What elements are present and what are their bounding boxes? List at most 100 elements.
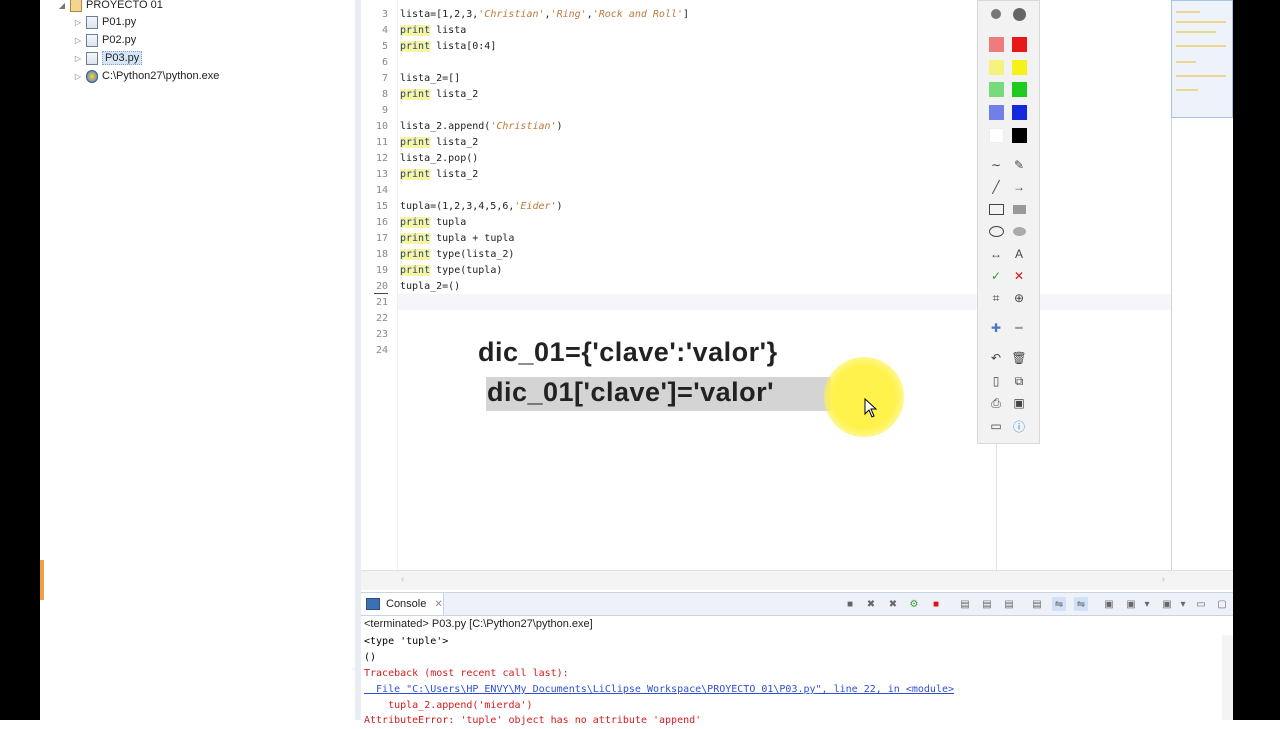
white-swatch[interactable]: [989, 128, 1004, 143]
console-icon: [366, 598, 380, 610]
green-light-swatch[interactable]: [989, 82, 1004, 97]
scroll-left-icon[interactable]: ‹: [401, 574, 404, 585]
traceback-code-line: tupla_2.append('mierda'): [364, 700, 533, 711]
line-number: 5: [381, 41, 388, 52]
line-number: 16: [375, 217, 388, 228]
plus-icon[interactable]: ✚: [987, 319, 1005, 337]
code-line-7: lista_2=[]: [400, 73, 461, 84]
tree-item-python-exe[interactable]: ▷ C:\Python27\python.exe: [72, 67, 219, 85]
code-line-17: print tupla + tupla: [400, 233, 515, 244]
save-icon[interactable]: ▣: [1010, 394, 1028, 412]
project-explorer: ◢ PROYECTO 01 ▷ P01.py ▷ P02.py ▷ P03.py…: [40, 0, 356, 720]
show-stdout-icon[interactable]: ▤: [1030, 597, 1044, 611]
maximize-icon[interactable]: ▢: [1215, 597, 1229, 611]
dot-large-icon[interactable]: [1010, 5, 1028, 23]
expand-arrow-icon[interactable]: ▷: [72, 18, 84, 27]
info-icon[interactable]: ⓘ: [1010, 417, 1028, 435]
expand-arrow-icon[interactable]: ▷: [72, 36, 84, 45]
view-menu-icon[interactable]: ▾: [1176, 597, 1190, 611]
code-line-15: tupla=(1,2,3,4,5,6,'Eider'): [400, 201, 563, 212]
screen-icon[interactable]: ▭: [987, 417, 1005, 435]
scroll-lock-icon[interactable]: ▤: [980, 597, 994, 611]
tree-item-p02[interactable]: ▷ P02.py: [72, 31, 136, 49]
line-icon[interactable]: ╱: [987, 178, 1005, 196]
zoom-icon[interactable]: ⊕: [1010, 289, 1028, 307]
trash-icon[interactable]: 🗑: [1010, 349, 1028, 367]
line-number: 6: [381, 57, 388, 68]
collapse-arrow-icon[interactable]: ◢: [56, 1, 68, 10]
line-number: 10: [375, 121, 388, 132]
blue-light-swatch[interactable]: [989, 105, 1004, 120]
code-line-18: print type(lista_2): [400, 249, 515, 260]
remove-launch-icon[interactable]: ✖: [864, 597, 878, 611]
stop-icon[interactable]: ■: [929, 597, 943, 611]
console-output-line: <type 'tuple'>: [364, 636, 449, 647]
red-light-swatch[interactable]: [989, 37, 1004, 52]
rectangle-icon[interactable]: [987, 200, 1005, 218]
expand-arrow-icon[interactable]: ▷: [72, 72, 84, 81]
arrow-icon[interactable]: →: [1010, 178, 1028, 196]
minus-icon[interactable]: ━: [1010, 319, 1028, 337]
pen-icon[interactable]: ✎: [1010, 156, 1028, 174]
tree-item-p01[interactable]: ▷ P01.py: [72, 13, 136, 31]
new-console-icon[interactable]: ▣: [1160, 597, 1174, 611]
relaunch-icon[interactable]: ⚙: [907, 597, 921, 611]
line-number: 11: [375, 137, 388, 148]
gutter-divider: [397, 0, 398, 570]
undo-icon[interactable]: ↶: [987, 349, 1005, 367]
filled-ellipse-icon[interactable]: [1010, 222, 1028, 240]
python-file-icon: [86, 15, 98, 29]
editor-horizontal-scrollbar[interactable]: ‹ ›: [361, 570, 1233, 590]
text-tool-icon[interactable]: A: [1010, 245, 1028, 263]
orange-marker: [40, 560, 44, 600]
pin-console-icon[interactable]: ⇋: [1052, 597, 1066, 611]
word-wrap-icon[interactable]: ▤: [1002, 597, 1016, 611]
remove-all-icon[interactable]: ✖: [886, 597, 900, 611]
dot-small-icon[interactable]: [987, 5, 1005, 23]
ellipse-icon[interactable]: [987, 222, 1005, 240]
green-swatch[interactable]: [1012, 82, 1027, 97]
cross-icon[interactable]: ✕: [1010, 267, 1028, 285]
terminate-icon[interactable]: ■: [843, 597, 857, 611]
scroll-right-icon[interactable]: ›: [1162, 574, 1165, 585]
overlay-code-line-1: dic_01={'clave':'valor'}: [478, 337, 778, 367]
line-number: 3: [381, 9, 388, 20]
yellow-light-swatch[interactable]: [989, 60, 1004, 75]
minimap-line: [1176, 89, 1198, 91]
copy-icon[interactable]: ⧉: [1010, 372, 1028, 390]
chevron-down-icon[interactable]: ▾: [1140, 597, 1154, 611]
clear-console-icon[interactable]: ▤: [958, 597, 972, 611]
black-swatch[interactable]: [1012, 128, 1027, 143]
overview-minimap[interactable]: [1171, 0, 1233, 118]
line-number: 19: [375, 265, 388, 276]
tab-console[interactable]: Console ✕: [361, 593, 444, 615]
tree-item-label: P03.py: [102, 51, 143, 65]
expand-arrow-icon[interactable]: ▷: [72, 54, 84, 63]
tree-item-p03[interactable]: ▷ P03.py: [72, 49, 143, 67]
code-line-20: tupla_2=(): [400, 281, 461, 292]
yellow-swatch[interactable]: [1012, 60, 1027, 75]
red-swatch[interactable]: [1012, 37, 1027, 52]
blue-swatch[interactable]: [1012, 105, 1027, 120]
open-console-icon[interactable]: ▣: [1102, 597, 1116, 611]
freehand-icon[interactable]: ∼: [987, 156, 1005, 174]
new-page-icon[interactable]: ▯: [987, 372, 1005, 390]
minimize-icon[interactable]: ▭: [1194, 597, 1208, 611]
show-stderr-icon[interactable]: ⇋: [1074, 597, 1088, 611]
line-number: 8: [381, 89, 388, 100]
line-number: 17: [375, 233, 388, 244]
close-icon[interactable]: ✕: [434, 599, 442, 610]
overlay-code-line-2: dic_01['clave']='valor': [487, 377, 775, 407]
print-icon[interactable]: ⎙: [987, 394, 1005, 412]
code-line-3: lista=[1,2,3,'Christian','Ring','Rock an…: [400, 9, 690, 20]
console-vertical-scrollbar[interactable]: [1222, 635, 1233, 720]
crop-icon[interactable]: ⌗: [987, 289, 1005, 307]
traceback-file-link[interactable]: File "C:\Users\HP ENVY\My Documents\LiCl…: [364, 682, 954, 698]
check-icon[interactable]: ✓: [987, 267, 1005, 285]
double-arrow-icon[interactable]: ↔: [987, 245, 1005, 263]
tree-item-project[interactable]: ◢ PROYECTO 01: [56, 0, 163, 14]
filled-rectangle-icon[interactable]: [1010, 200, 1028, 218]
line-number: 7: [381, 73, 388, 84]
minimap-line: [1176, 45, 1226, 47]
display-console-icon[interactable]: ▣: [1124, 597, 1138, 611]
